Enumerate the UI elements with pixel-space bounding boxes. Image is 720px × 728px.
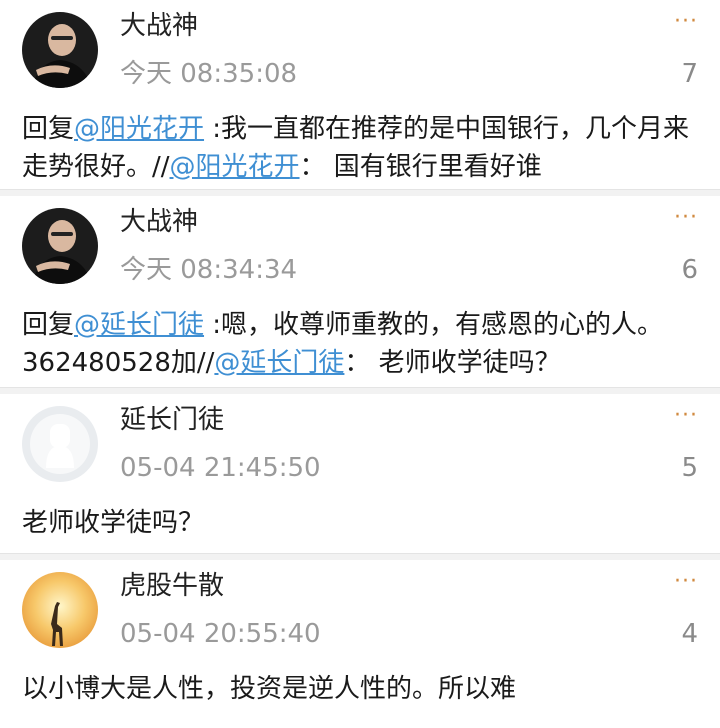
author-name[interactable]: 延长门徒 — [120, 402, 224, 438]
more-options-icon[interactable]: ··· — [674, 10, 698, 34]
floor-count: 5 — [681, 453, 698, 483]
quoted-text: ： 老师收学徒吗？ — [344, 348, 561, 378]
author-name[interactable]: 虎股牛散 — [120, 568, 224, 604]
timestamp: 今天 08:35:08 — [120, 59, 298, 89]
comment-body: 老师收学徒吗？ — [22, 508, 205, 538]
mention-link[interactable]: @延长门徒 — [214, 348, 344, 378]
reply-prefix: 回复 — [22, 310, 75, 340]
man-portrait-icon — [22, 208, 98, 284]
floor-count: 7 — [681, 59, 698, 89]
comment-item: 大战神 今天 08:35:08 ··· 7 回复@阳光花开 :我一直都在推荐的是… — [0, 0, 720, 190]
comment-item: 大战神 今天 08:34:34 ··· 6 回复@延长门徒 :嗯，收尊师重教的，… — [0, 196, 720, 388]
mention-link[interactable]: @延长门徒 — [74, 310, 204, 340]
mention-link[interactable]: @阳光花开 — [170, 152, 300, 182]
avatar[interactable] — [22, 12, 98, 88]
floor-count: 4 — [681, 619, 698, 649]
author-name[interactable]: 大战神 — [120, 8, 198, 44]
reply-prefix: 回复 — [22, 114, 75, 144]
more-options-icon[interactable]: ··· — [674, 570, 698, 594]
more-options-icon[interactable]: ··· — [674, 206, 698, 230]
avatar[interactable] — [22, 406, 98, 482]
avatar[interactable] — [22, 208, 98, 284]
more-options-icon[interactable]: ··· — [674, 404, 698, 428]
comment-body: 回复@延长门徒 :嗯，收尊师重教的，有感恩的心的人。362480528加//@延… — [22, 306, 698, 382]
comment-body: 以小博大是人性，投资是逆人性的。所以难 — [22, 674, 517, 704]
giraffe-sunset-icon — [22, 572, 98, 648]
quoted-text: ： 国有银行里看好谁 — [299, 152, 542, 182]
timestamp: 今天 08:34:34 — [120, 255, 298, 285]
avatar[interactable] — [22, 572, 98, 648]
author-name[interactable]: 大战神 — [120, 204, 198, 240]
default-avatar-icon — [22, 406, 98, 482]
comment-item: 虎股牛散 05-04 20:55:40 ··· 4 以小博大是人性，投资是逆人性… — [0, 560, 720, 728]
floor-count: 6 — [681, 255, 698, 285]
timestamp: 05-04 20:55:40 — [120, 619, 321, 649]
comment-item: 延长门徒 05-04 21:45:50 ··· 5 老师收学徒吗？ — [0, 394, 720, 554]
timestamp: 05-04 21:45:50 — [120, 453, 321, 483]
comment-body: 回复@阳光花开 :我一直都在推荐的是中国银行，几个月来走势很好。//@阳光花开：… — [22, 110, 698, 186]
man-portrait-icon — [22, 12, 98, 88]
mention-link[interactable]: @阳光花开 — [74, 114, 204, 144]
